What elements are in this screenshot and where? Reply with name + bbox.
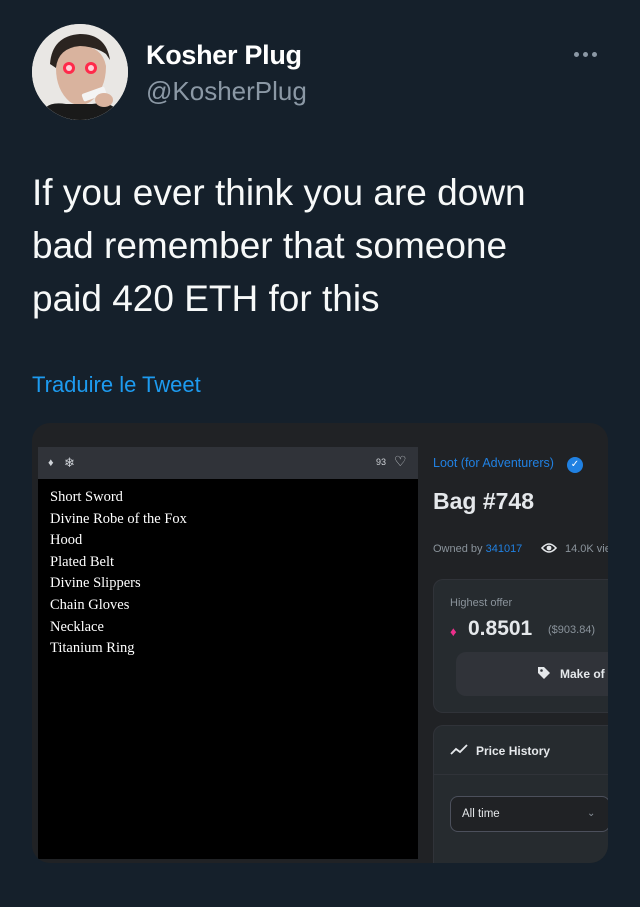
list-item: Hood [50, 532, 83, 549]
heart-icon[interactable]: ♡ [394, 453, 407, 470]
list-item: Chain Gloves [50, 596, 130, 613]
snowflake-icon: ❄ [64, 455, 75, 470]
nft-image-panel: ♦ ❄ 93 ♡ Short Sword Divine Robe of the … [38, 447, 418, 859]
favorite-count: 93 [376, 457, 387, 467]
verified-check-icon: ✓ [567, 457, 583, 473]
highest-offer-label: Highest offer [450, 597, 513, 609]
loot-item-list: Short Sword Divine Robe of the Fox Hood … [50, 487, 187, 660]
highest-offer-usd: ($903.84) [548, 624, 596, 636]
owned-by: Owned by 341017 [433, 543, 522, 555]
make-offer-label: Make of [560, 667, 605, 681]
tweet-media-image[interactable]: ♦ ❄ 93 ♡ Short Sword Divine Robe of the … [32, 423, 608, 863]
list-item: Short Sword [50, 489, 123, 505]
make-offer-button[interactable]: Make of [456, 652, 608, 696]
list-item: Titanium Ring [50, 640, 135, 657]
owner-link[interactable]: 341017 [486, 543, 523, 555]
time-filter-select[interactable]: All time ⌄ [450, 796, 608, 832]
ethereum-icon: ♦ [450, 624, 457, 639]
tag-icon [538, 667, 550, 679]
avatar[interactable] [32, 24, 128, 120]
ethereum-icon: ♦ [48, 457, 54, 469]
view-count: 14.0K vie [565, 543, 608, 555]
more-options-icon[interactable] [574, 44, 604, 57]
user-handle[interactable]: @KosherPlug [146, 76, 307, 107]
nft-title: Bag #748 [433, 488, 535, 514]
chevron-down-icon: ⌄ [587, 808, 596, 819]
price-history-label: Price History [476, 744, 551, 758]
list-item: Necklace [50, 618, 104, 635]
highest-offer-panel: Highest offer ♦ 0.8501 ($903.84) Make of [433, 579, 608, 713]
tweet-text-line: bad remember that someone [32, 225, 508, 266]
nft-panel-topbar: ♦ ❄ 93 ♡ [38, 447, 418, 479]
eye-icon [541, 543, 557, 553]
tweet-text: If you ever think you are down bad remem… [32, 166, 622, 325]
highest-offer-price: 0.8501 [468, 617, 533, 640]
list-item: Divine Slippers [50, 575, 141, 592]
list-item: Divine Robe of the Fox [50, 510, 187, 527]
time-filter-value: All time [462, 808, 500, 820]
list-item: Plated Belt [50, 553, 115, 570]
owned-by-label: Owned by [433, 543, 483, 555]
trend-line-icon [450, 744, 468, 755]
price-history-panel: Price History All time ⌄ [433, 725, 608, 863]
display-name[interactable]: Kosher Plug [146, 40, 302, 71]
translate-tweet-link[interactable]: Traduire le Tweet [32, 372, 201, 398]
tweet-text-line: paid 420 ETH for this [32, 278, 380, 319]
tweet-text-line: If you ever think you are down [32, 172, 526, 213]
collection-link[interactable]: Loot (for Adventurers) [433, 456, 554, 470]
price-history-header[interactable]: Price History [434, 726, 608, 775]
